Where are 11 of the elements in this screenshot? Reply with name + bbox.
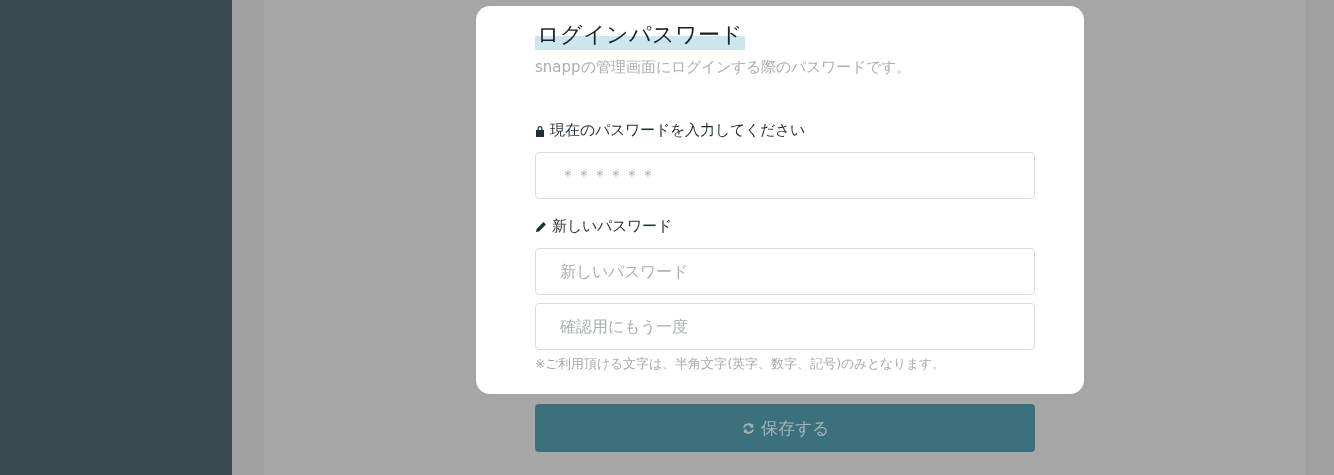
refresh-icon — [741, 420, 756, 436]
input-field[interactable]: ＊＊＊＊＊＊ — [535, 152, 1035, 199]
field-label: 新しいパスワード — [552, 217, 672, 236]
input-field[interactable]: 新しいパスワード — [535, 248, 1035, 295]
input-field[interactable]: 確認用にもう一度 — [535, 303, 1035, 350]
save-button[interactable]: 保存する — [535, 404, 1035, 452]
pencil-icon — [535, 220, 547, 233]
field-label: 現在のパスワードを入力してください — [550, 121, 805, 140]
lock-icon — [535, 124, 545, 137]
note-text: ※ご利用頂ける文字は、半角文字(英字、数字、記号)のみとなります。 — [535, 356, 947, 373]
description: snappの管理画面にログインする際のパスワードです。 — [535, 58, 912, 77]
